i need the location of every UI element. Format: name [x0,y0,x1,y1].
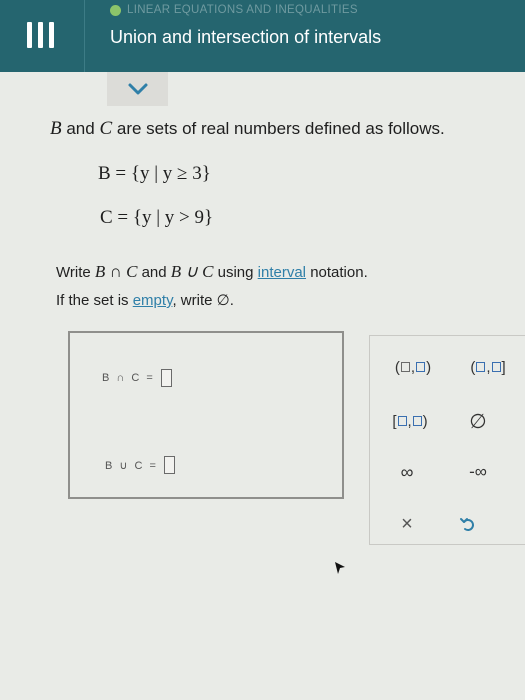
clear-button[interactable]: × [396,511,418,537]
header-divider [84,0,85,72]
topic-label: LINEAR EQUATIONS AND INEQUALITIES [127,4,358,16]
key-paren: ) [422,412,428,430]
var-b: B [50,118,62,139]
intersection-answer-row: B ∩ C = [102,369,172,387]
key-comma: , [407,412,412,430]
answer-area: B ∩ C = B ∪ C = [68,331,344,499]
placeholder-square-icon [416,362,426,372]
instr-notation: notation. [310,264,368,281]
union-answer-input[interactable] [163,456,175,474]
placeholder-square-icon [397,416,407,426]
topic-status-dot [110,4,121,16]
open-open-interval-button[interactable]: (,) [383,354,443,380]
placeholder-square-icon [476,362,486,372]
union-label: B ∪ C = [105,459,158,472]
problem-statement: B and C are sets of real numbers defined… [50,118,445,140]
empty-set-button[interactable]: ∅ [458,408,498,434]
instr-write-empty: , write ∅. [172,292,234,309]
instr-using: using [217,264,254,281]
instructions: Write B ∩ C and B ∪ C using interval not… [56,258,368,315]
key-comma: , [410,358,416,376]
key-paren: ( [470,358,476,376]
key-bracket: [ [392,412,397,430]
instruction-line-1: Write B ∩ C and B ∪ C using interval not… [56,258,368,287]
key-paren: ) [426,358,432,376]
top-header: LINEAR EQUATIONS AND INEQUALITIES Union … [0,0,525,72]
menu-icon[interactable] [26,20,56,50]
collapse-toggle-button[interactable] [107,72,168,106]
key-bracket: ] [501,358,506,376]
intersection-answer-input[interactable] [160,369,172,387]
infinity-button[interactable]: ∞ [392,459,422,485]
instr-union-expr: B ∪ C [170,262,214,281]
instr-intersection-expr: B ∩ C [94,262,138,281]
placeholder-square-icon [412,416,422,426]
intro-and: and [66,119,95,138]
interval-keypad: (,) (,] [,) ∅ ∞ -∞ × [369,335,525,545]
lesson-title: Union and intersection of intervals [110,27,382,47]
chevron-down-icon [128,83,148,95]
set-b-definition: B = {y | y ≥ 3} [98,163,211,184]
instruction-line-2: If the set is empty, write ∅. [56,287,368,315]
open-closed-interval-button[interactable]: (,] [458,354,518,380]
key-paren: ( [394,358,400,376]
closed-open-interval-button[interactable]: [,) [380,408,440,434]
instr-and: and [141,264,167,281]
var-c: C [99,118,113,139]
empty-link[interactable]: empty [133,292,173,309]
instr-write: Write [56,264,91,281]
intersection-label: B ∩ C = [102,372,155,384]
mouse-cursor-icon [335,562,345,574]
undo-icon [460,518,474,531]
placeholder-square-icon [491,362,501,372]
union-answer-row: B ∪ C = [105,456,175,474]
intro-rest: are sets of real numbers defined as foll… [116,119,445,138]
topic-row: LINEAR EQUATIONS AND INEQUALITIES [110,2,358,18]
set-c-definition: C = {y | y > 9} [100,207,214,228]
negative-infinity-button[interactable]: -∞ [456,459,500,485]
key-comma: , [486,358,491,376]
undo-button[interactable] [457,511,479,537]
placeholder-square-icon [400,362,410,372]
interval-link[interactable]: interval [258,264,306,281]
instr-if-set: If the set is [56,292,129,309]
